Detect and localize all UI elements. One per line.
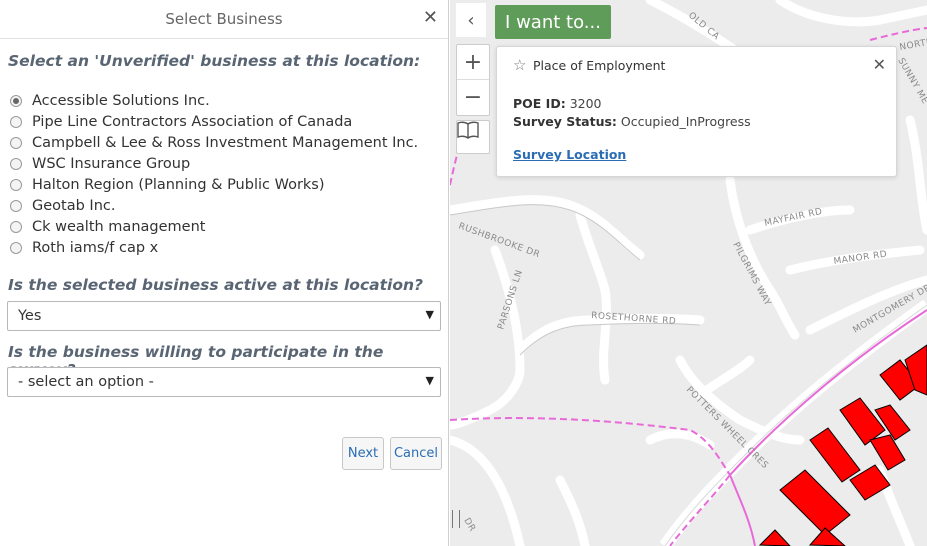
business-option[interactable]: Roth iams/f cap x	[10, 237, 418, 258]
plus-icon: +	[463, 49, 483, 75]
zoom-out-button[interactable]: −	[457, 80, 489, 115]
radio-button[interactable]	[10, 94, 22, 107]
active-select[interactable]: Yes ▼	[7, 301, 441, 331]
radio-button[interactable]	[10, 115, 22, 128]
chevron-left-icon: ‹	[467, 9, 475, 31]
street-label: DR	[461, 517, 477, 534]
business-option[interactable]: Campbell & Lee & Ross Investment Managem…	[10, 132, 418, 153]
poe-id-label: POE ID:	[513, 96, 566, 111]
business-radio-list: Accessible Solutions Inc. Pipe Line Contr…	[10, 90, 418, 258]
business-question: Select an 'Unverified' business at this …	[8, 52, 421, 70]
willing-select[interactable]: - select an option - ▼	[7, 367, 441, 397]
panel-title: Select Business	[165, 10, 283, 28]
feature-popup: ☆ Place of Employment ✕ POE ID: 3200 Sur…	[496, 46, 897, 177]
poe-id-value: 3200	[569, 96, 602, 111]
business-option-label: Accessible Solutions Inc.	[32, 92, 210, 109]
dropdown-arrow-icon: ▼	[425, 374, 434, 387]
map-view[interactable]: OLD CA RUSHBROOKE DR MAYFAIR RD MANOR RD…	[450, 0, 927, 546]
radio-button[interactable]	[10, 199, 22, 212]
radio-button[interactable]	[10, 241, 22, 254]
popup-close-icon[interactable]: ✕	[873, 55, 886, 74]
street-label: NORTH	[899, 37, 927, 53]
radio-button[interactable]	[10, 178, 22, 191]
business-option-label: WSC Insurance Group	[32, 155, 191, 172]
zoom-controls: + −	[456, 44, 490, 116]
popup-title: Place of Employment	[533, 58, 666, 73]
business-option[interactable]: Ck wealth management	[10, 216, 418, 237]
zoom-in-button[interactable]: +	[457, 45, 489, 80]
business-option-label: Campbell & Lee & Ross Investment Managem…	[32, 134, 419, 151]
close-icon[interactable]: ✕	[423, 8, 438, 28]
radio-button[interactable]	[10, 136, 22, 149]
poe-id-line: POE ID: 3200	[513, 96, 602, 111]
street-label: MAYFAIR RD	[764, 207, 824, 229]
cancel-button[interactable]: Cancel	[390, 437, 442, 470]
business-option-label: Ck wealth management	[32, 218, 206, 235]
survey-status-value: Occupied_InProgress	[620, 114, 751, 129]
street-label: SUNNY ME	[895, 57, 927, 107]
next-button[interactable]: Next	[342, 437, 384, 470]
street-label: MANOR RD	[833, 250, 888, 267]
survey-status-label: Survey Status:	[513, 114, 617, 129]
business-option[interactable]: WSC Insurance Group	[10, 153, 418, 174]
business-option-label: Roth iams/f cap x	[32, 239, 159, 256]
collapse-panel-button[interactable]: ‹	[456, 3, 486, 37]
active-question: Is the selected business active at this …	[8, 276, 424, 294]
business-option-label: Pipe Line Contractors Association of Can…	[32, 113, 353, 130]
business-option[interactable]: Geotab Inc.	[10, 195, 418, 216]
star-icon[interactable]: ☆	[513, 56, 526, 74]
book-icon	[457, 121, 479, 139]
panel-header: Select Business ✕	[0, 0, 448, 39]
business-option-label: Halton Region (Planning & Public Works)	[32, 176, 325, 193]
dropdown-arrow-icon: ▼	[425, 308, 434, 321]
resize-handle[interactable]	[452, 510, 460, 528]
active-select-value: Yes	[18, 308, 42, 324]
business-option[interactable]: Accessible Solutions Inc.	[10, 90, 418, 111]
business-option[interactable]: Pipe Line Contractors Association of Can…	[10, 111, 418, 132]
business-option[interactable]: Halton Region (Planning & Public Works)	[10, 174, 418, 195]
business-option-label: Geotab Inc.	[32, 197, 116, 214]
willing-select-value: - select an option -	[18, 374, 154, 390]
i-want-to-button[interactable]: I want to...	[495, 5, 611, 39]
survey-location-link[interactable]: Survey Location	[513, 147, 626, 162]
radio-button[interactable]	[10, 220, 22, 233]
select-business-panel: Select Business ✕ Select an 'Unverified'…	[0, 0, 449, 546]
radio-button[interactable]	[10, 157, 22, 170]
survey-status-line: Survey Status: Occupied_InProgress	[513, 114, 751, 129]
minus-icon: −	[463, 85, 483, 110]
bookmarks-button[interactable]	[456, 120, 490, 154]
